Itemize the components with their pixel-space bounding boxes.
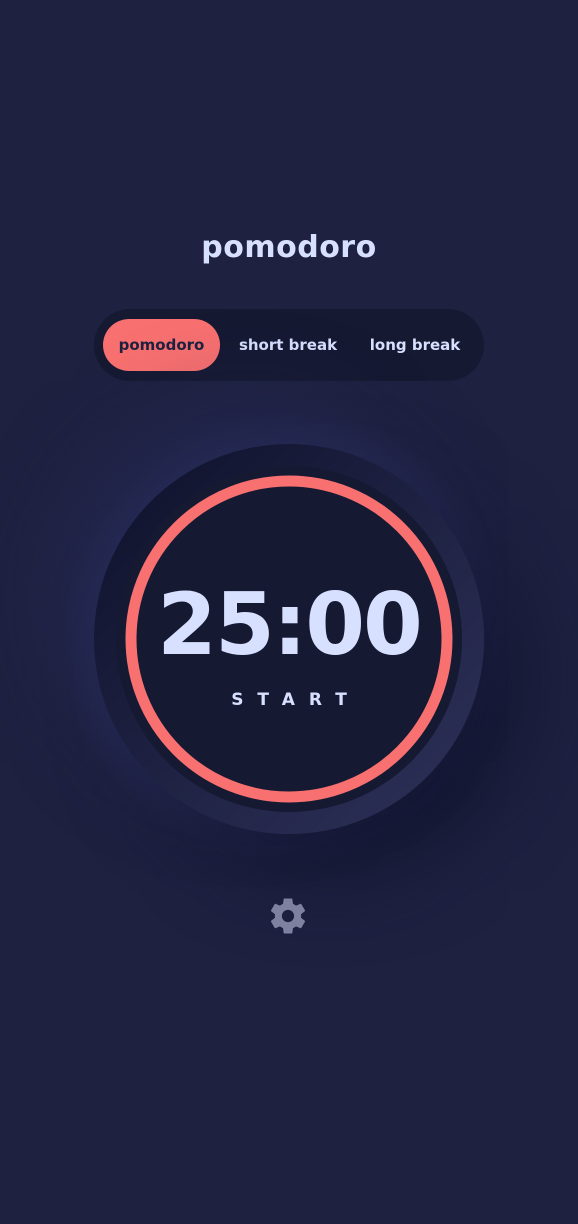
tab-short-break[interactable]: short break — [225, 319, 351, 371]
timer-display: 25:00 — [157, 575, 423, 675]
tab-pomodoro[interactable]: pomodoro — [103, 319, 220, 371]
tab-long-break[interactable]: long break — [356, 319, 474, 371]
gear-icon[interactable] — [267, 895, 309, 937]
app-title: pomodoro — [201, 230, 377, 265]
mode-tabs: pomodoro short break long break — [94, 309, 484, 381]
start-button[interactable]: START — [0, 688, 578, 712]
